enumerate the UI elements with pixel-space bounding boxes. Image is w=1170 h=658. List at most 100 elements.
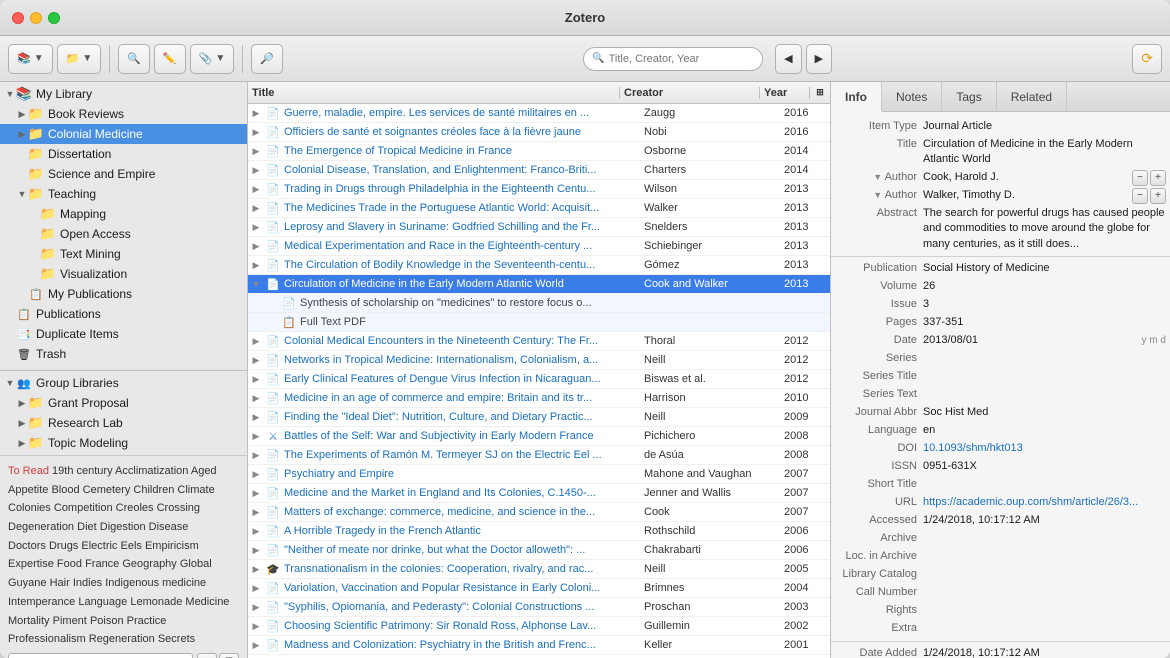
tag-cemetery[interactable]: Cemetery [83,484,131,496]
info-value-title[interactable]: Circulation of Medicine in the Early Mod… [923,137,1166,168]
info-value-item-type[interactable]: Journal Article [923,119,1166,135]
tag-acclimatization[interactable]: Acclimatization [115,465,188,477]
sidebar-item-open-access[interactable]: 📁 Open Access [0,224,247,244]
tab-notes[interactable]: Notes [882,82,942,112]
info-value-url[interactable]: https://academic.oup.com/shm/article/26/… [923,495,1166,511]
sidebar-item-book-reviews[interactable]: ▶ 📁 Book Reviews [0,104,247,124]
sidebar-item-dissertation[interactable]: 📁 Dissertation [0,144,247,164]
table-row[interactable]: ▶ 📄 The Medicines Trade in the Portugues… [248,199,830,218]
tag-doctors[interactable]: Doctors [8,540,46,552]
info-value-language[interactable]: en [923,423,1166,439]
info-value-rights[interactable] [923,603,1166,619]
author-minus-button-2[interactable]: − [1132,188,1148,204]
table-row-sub[interactable]: 📋 Full Text PDF [248,313,830,332]
column-title[interactable]: Title [248,87,620,99]
tag-degeneration[interactable]: Degeneration [8,521,74,533]
author-plus-button[interactable]: + [1150,170,1166,186]
sidebar-item-grant-proposal[interactable]: ▶ 📁 Grant Proposal [0,393,247,413]
info-value-doi[interactable]: 10.1093/shm/hkt013 [923,441,1166,457]
column-creator[interactable]: Creator [620,87,760,99]
tag-digestion[interactable]: Digestion [100,521,146,533]
table-row[interactable]: ▶ 📄 Officiers de santé et soignantes cré… [248,123,830,142]
edit-button[interactable]: ✏️ [154,44,186,74]
minimize-button[interactable] [30,12,42,24]
sidebar-item-duplicate-items[interactable]: 📑 Duplicate Items [0,324,247,344]
info-value-extra[interactable] [923,621,1166,637]
tag-food[interactable]: Food [57,558,82,570]
tag-disease[interactable]: Disease [149,521,189,533]
table-row[interactable]: ▶ 📄 Colonial Medical Encounters in the N… [248,332,830,351]
tag-19th-century[interactable]: 19th century [52,465,113,477]
locate-button[interactable]: 📎 ▼ [190,44,235,74]
table-row[interactable]: ▶ 📄 "Syphilis, Opiomania, and Pederasty"… [248,598,830,617]
table-row[interactable]: ▶ 📄 Medicine and the Market in England a… [248,484,830,503]
nav-forward-button[interactable]: ▶ [806,44,832,74]
table-row-sub[interactable]: 📄 Synthesis of scholarship on "medicines… [248,294,830,313]
info-value-series[interactable] [923,351,1166,367]
tag-creoles[interactable]: Creoles [116,502,154,514]
sidebar-item-trash[interactable]: 🗑 Trash [0,344,247,364]
table-row[interactable]: ▶ 📄 Madness and Colonization: Psychiatry… [248,636,830,655]
info-value-abstract[interactable]: The search for powerful drugs has caused… [923,206,1166,252]
tag-global[interactable]: Global [180,558,212,570]
table-row[interactable]: ▶ 📄 "Neither of meate nor drinke, but wh… [248,541,830,560]
sidebar-item-publications[interactable]: 📋 Publications [0,304,247,324]
tag-search-input[interactable] [8,653,193,658]
tag-secrets[interactable]: Secrets [158,633,195,645]
tag-crossing[interactable]: Crossing [157,502,200,514]
tag-intemperance[interactable]: Intemperance [8,596,75,608]
tag-climate[interactable]: Climate [177,484,214,496]
tag-blood[interactable]: Blood [51,484,79,496]
table-row[interactable]: ▶ 📄 Finding the "Ideal Diet": Nutrition,… [248,408,830,427]
sync-button[interactable]: 🔍 [118,44,150,74]
author-plus-button-2[interactable]: + [1150,188,1166,204]
info-value-call-number[interactable] [923,585,1166,601]
tag-hair[interactable]: Hair [50,577,70,589]
table-row[interactable]: ▼ 📄 Circulation of Medicine in the Early… [248,275,830,294]
table-row[interactable]: ▶ 📄 Early Clinical Features of Dengue Vi… [248,370,830,389]
author-minus-button[interactable]: − [1132,170,1148,186]
info-value-publication[interactable]: Social History of Medicine [923,261,1166,277]
tag-geography[interactable]: Geography [122,558,176,570]
table-row[interactable]: ▶ 📄 Choosing Scientific Patrimony: Sir R… [248,617,830,636]
info-value-short-title[interactable] [923,477,1166,493]
info-value-library-catalog[interactable] [923,567,1166,583]
tag-mortality[interactable]: Mortality [8,615,50,627]
info-value-issn[interactable]: 0951-631X [923,459,1166,475]
table-row[interactable]: ▶ 📄 The Circulation of Bodily Knowledge … [248,256,830,275]
nav-back-button[interactable]: ◀ [775,44,801,74]
tab-tags[interactable]: Tags [942,82,996,112]
sidebar-item-my-library[interactable]: ▼ 📚 My Library [0,84,247,104]
tag-language[interactable]: Language [78,596,127,608]
tag-professionalism[interactable]: Professionalism [8,633,86,645]
sidebar-item-text-mining[interactable]: 📁 Text Mining [0,244,247,264]
tag-grid-view-button[interactable]: ⊞ [219,653,239,658]
tag-colonies[interactable]: Colonies [8,502,51,514]
info-value-series-text[interactable] [923,387,1166,403]
tag-aged[interactable]: Aged [191,465,217,477]
tab-info[interactable]: Info [831,82,882,112]
sidebar-item-research-lab[interactable]: ▶ 📁 Research Lab [0,413,247,433]
info-value-loc-archive[interactable] [923,549,1166,565]
tag-drugs[interactable]: Drugs [49,540,78,552]
sidebar-item-group-libraries[interactable]: ▼ 👥 Group Libraries [0,373,247,393]
tag-electric-eels[interactable]: Electric Eels [81,540,142,552]
new-item-button[interactable]: 📚 ▼ [8,44,53,74]
info-value-pages[interactable]: 337-351 [923,315,1166,331]
tag-indies[interactable]: Indies [73,577,102,589]
tag-competition[interactable]: Competition [54,502,113,514]
tag-expertise[interactable]: Expertise [8,558,54,570]
search-button[interactable]: 🔎 [251,44,283,74]
column-year[interactable]: Year [760,87,810,99]
tag-piment[interactable]: Piment [53,615,87,627]
tag-to-read[interactable]: To Read [8,465,49,477]
close-button[interactable] [12,12,24,24]
tag-empiricism[interactable]: Empiricism [145,540,199,552]
tag-guyane[interactable]: Guyane [8,577,47,589]
info-value-volume[interactable]: 26 [923,279,1166,295]
tag-list-view-button[interactable]: ≡ [197,653,217,658]
sidebar-item-colonial-medicine[interactable]: ▶ 📁 Colonial Medicine [0,124,247,144]
table-row[interactable]: ▶ 📄 Leprosy and Slavery in Suriname: God… [248,218,830,237]
tag-indigenous-medicine[interactable]: Indigenous medicine [105,577,206,589]
tab-related[interactable]: Related [997,82,1067,112]
